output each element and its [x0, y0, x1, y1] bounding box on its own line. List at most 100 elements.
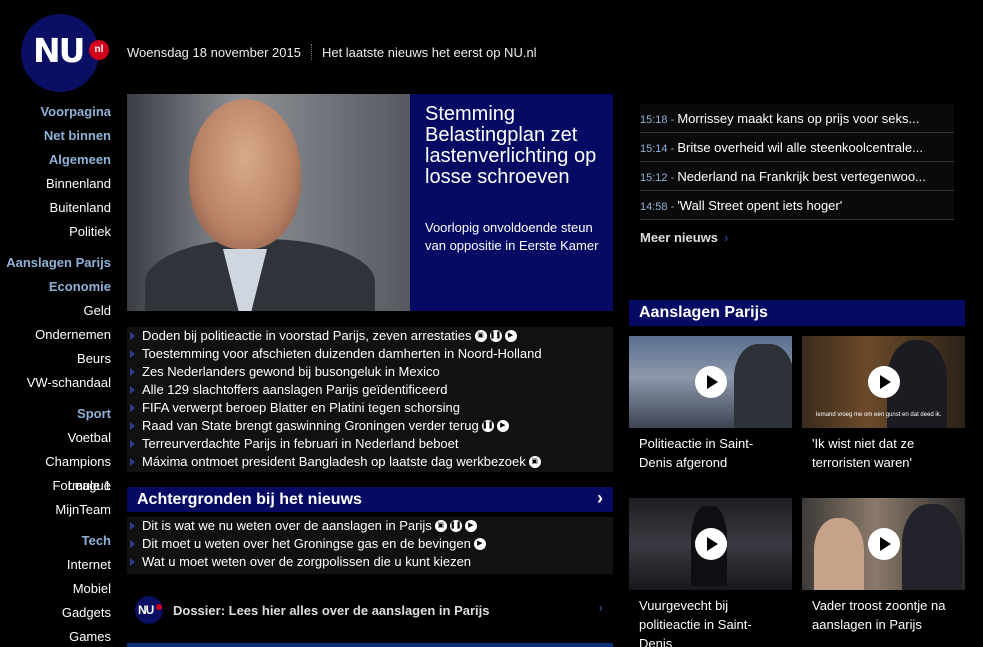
background-section-title[interactable]: Achtergronden bij het nieuws — [127, 487, 613, 512]
video-thumbnail[interactable] — [629, 336, 792, 428]
news-headline[interactable]: FIFA verwerpt beroep Blatter en Platini … — [142, 400, 460, 415]
list-item[interactable]: Terreurverdachte Parijs in februari in N… — [127, 435, 613, 453]
hero-photo[interactable] — [127, 94, 410, 311]
sidebar-item-mijnteam[interactable]: MijnTeam — [0, 498, 111, 522]
play-icon: ▶ — [504, 329, 517, 342]
ticker-item[interactable]: 15:12 - Nederland na Frankrijk best vert… — [640, 162, 954, 191]
video-thumbnail[interactable]: lemand vroeg me om een gunst en dat deed… — [802, 336, 965, 428]
background-headline[interactable]: Dit moet u weten over het Groningse gas … — [142, 536, 471, 551]
sidebar-item-economie[interactable]: Economie — [0, 275, 111, 299]
audio-icon: ❚❚ — [449, 519, 462, 532]
video-caption[interactable]: Vuurgevecht bij politieactie in Saint-De… — [629, 590, 792, 647]
sidebar-item-geld[interactable]: Geld — [0, 299, 111, 323]
video-caption[interactable]: Vader troost zoontje na aanslagen in Par… — [802, 590, 965, 640]
list-item[interactable]: Raad van State brengt gaswinning Groning… — [127, 417, 613, 435]
news-headline[interactable]: Terreurverdachte Parijs in februari in N… — [142, 436, 459, 451]
sidebar-item-voorpagina[interactable]: Voorpagina — [0, 100, 111, 124]
ticker-time: 14:58 — [640, 201, 668, 213]
news-headline[interactable]: Doden bij politieactie in voorstad Parij… — [142, 328, 472, 343]
video-thumbnail[interactable] — [629, 498, 792, 590]
sidebar-item-algemeen[interactable]: Algemeen — [0, 148, 111, 172]
video-card[interactable]: lemand vroeg me om een gunst en dat deed… — [802, 336, 965, 478]
more-news-link[interactable]: Meer nieuws › — [640, 230, 728, 245]
sidebar-item-buitenland[interactable]: Buitenland — [0, 196, 111, 220]
ticker-text[interactable]: 'Wall Street opent iets hoger' — [677, 198, 842, 213]
play-icon: ▶ — [473, 537, 486, 550]
thumb-soldier — [734, 344, 792, 428]
dossier-text[interactable]: Dossier: Lees hier alles over de aanslag… — [173, 603, 489, 618]
sidebar-item-internet[interactable]: Internet — [0, 553, 111, 577]
list-item[interactable]: Dit is wat we nu weten over de aanslagen… — [127, 517, 613, 535]
sidebar-item-gadgets[interactable]: Gadgets — [0, 601, 111, 625]
list-item[interactable]: Wat u moet weten over de zorgpolissen di… — [127, 553, 613, 571]
mini-logo-dot — [156, 604, 162, 610]
sidebar-item-aanslagen-parijs[interactable]: Aanslagen Parijs — [0, 251, 111, 275]
sidebar-item-mobiel[interactable]: Mobiel — [0, 577, 111, 601]
dossier-link[interactable]: NU Dossier: Lees hier alles over de aans… — [127, 590, 613, 630]
nu-logo[interactable]: NU nl — [21, 14, 109, 92]
audio-icon: ❚❚ — [481, 419, 494, 432]
news-headline[interactable]: Alle 129 slachtoffers aanslagen Parijs g… — [142, 382, 447, 397]
play-icon[interactable] — [868, 528, 900, 560]
hero-photo-face — [189, 99, 301, 249]
news-headline[interactable]: Raad van State brengt gaswinning Groning… — [142, 418, 479, 433]
header-bar: Woensdag 18 november 2015 Het laatste ni… — [127, 44, 537, 60]
news-headline[interactable]: Toestemming voor afschieten duizenden da… — [142, 346, 542, 361]
sidebar-item-politiek[interactable]: Politiek — [0, 220, 111, 244]
mini-logo-text: NU — [138, 603, 154, 617]
ticker-dash: - — [667, 172, 678, 184]
hero-title[interactable]: Stemming Belastingplan zet lastenverlich… — [425, 104, 605, 188]
play-icon[interactable] — [868, 366, 900, 398]
news-headline[interactable]: Zes Nederlanders gewond bij busongeluk i… — [142, 364, 440, 379]
background-section-header[interactable]: Achtergronden bij het nieuws › — [127, 487, 613, 512]
video-thumbnail[interactable] — [802, 498, 965, 590]
background-headline[interactable]: Dit is wat we nu weten over de aanslagen… — [142, 518, 432, 533]
sidebar-item-champions-league[interactable]: Champions League — [0, 450, 111, 493]
video-card[interactable]: Vader troost zoontje na aanslagen in Par… — [802, 498, 965, 640]
sidebar-item-sport[interactable]: Sport — [0, 402, 111, 426]
aanslagen-section-title[interactable]: Aanslagen Parijs — [629, 300, 965, 326]
aanslagen-section-header[interactable]: Aanslagen Parijs — [629, 300, 965, 326]
background-headline[interactable]: Wat u moet weten over de zorgpolissen di… — [142, 554, 471, 569]
chevron-right-icon[interactable]: › — [597, 488, 603, 509]
play-icon[interactable] — [695, 366, 727, 398]
gallery-icon: ▣ — [434, 519, 447, 532]
list-item[interactable]: Máxima ontmoet president Bangladesh op l… — [127, 453, 613, 471]
ticker-text[interactable]: Morrissey maakt kans op prijs voor seks.… — [677, 111, 919, 126]
ticker-item[interactable]: 15:18 - Morrissey maakt kans op prijs vo… — [640, 104, 954, 133]
sidebar-item-vw-schandaal[interactable]: VW-schandaal — [0, 371, 111, 395]
list-item[interactable]: Dit moet u weten over het Groningse gas … — [127, 535, 613, 553]
ticker-text[interactable]: Nederland na Frankrijk best vertegenwoo.… — [677, 169, 926, 184]
sidebar-item-net-binnen[interactable]: Net binnen — [0, 124, 111, 148]
play-icon: ▶ — [464, 519, 477, 532]
more-news-label[interactable]: Meer nieuws — [640, 230, 718, 245]
sidebar-item-voetbal[interactable]: Voetbal — [0, 426, 111, 450]
list-item[interactable]: Toestemming voor afschieten duizenden da… — [127, 345, 613, 363]
ticker-text[interactable]: Britse overheid wil alle steenkoolcentra… — [677, 140, 923, 155]
sidebar-item-tech[interactable]: Tech — [0, 529, 111, 553]
list-item[interactable]: Doden bij politieactie in voorstad Parij… — [127, 327, 613, 345]
site-tagline: Het laatste nieuws het eerst op NU.nl — [321, 44, 537, 60]
ticker-item[interactable]: 15:14 - Britse overheid wil alle steenko… — [640, 133, 954, 162]
hero-article[interactable]: Stemming Belastingplan zet lastenverlich… — [127, 94, 613, 311]
list-item[interactable]: FIFA verwerpt beroep Blatter en Platini … — [127, 399, 613, 417]
video-card[interactable]: Politieactie in Saint-Denis afgerond — [629, 336, 792, 478]
list-item[interactable]: Alle 129 slachtoffers aanslagen Parijs g… — [127, 381, 613, 399]
ticker-item[interactable]: 14:58 - 'Wall Street opent iets hoger' — [640, 191, 954, 220]
video-caption[interactable]: Politieactie in Saint-Denis afgerond — [629, 428, 792, 478]
logo-text: NU — [33, 31, 85, 70]
hero-summary: Voorlopig onvoldoende steun van oppositi… — [425, 220, 599, 253]
list-item[interactable]: Zes Nederlanders gewond bij busongeluk i… — [127, 363, 613, 381]
sidebar-item-ondernemen[interactable]: Ondernemen — [0, 323, 111, 347]
ticker-dash: - — [667, 201, 678, 213]
sidebar-item-formule-1[interactable]: Formule 1 — [0, 474, 111, 498]
news-headline[interactable]: Máxima ontmoet president Bangladesh op l… — [142, 454, 526, 469]
video-card[interactable]: Vuurgevecht bij politieactie in Saint-De… — [629, 498, 792, 647]
sidebar-item-beurs[interactable]: Beurs — [0, 347, 111, 371]
chevron-right-icon: › — [724, 230, 729, 245]
video-caption[interactable]: 'Ik wist niet dat ze terroristen waren' — [802, 428, 965, 478]
sidebar-item-games[interactable]: Games — [0, 625, 111, 647]
play-icon[interactable] — [695, 528, 727, 560]
ticker-dash: - — [667, 143, 678, 155]
sidebar-item-binnenland[interactable]: Binnenland — [0, 172, 111, 196]
